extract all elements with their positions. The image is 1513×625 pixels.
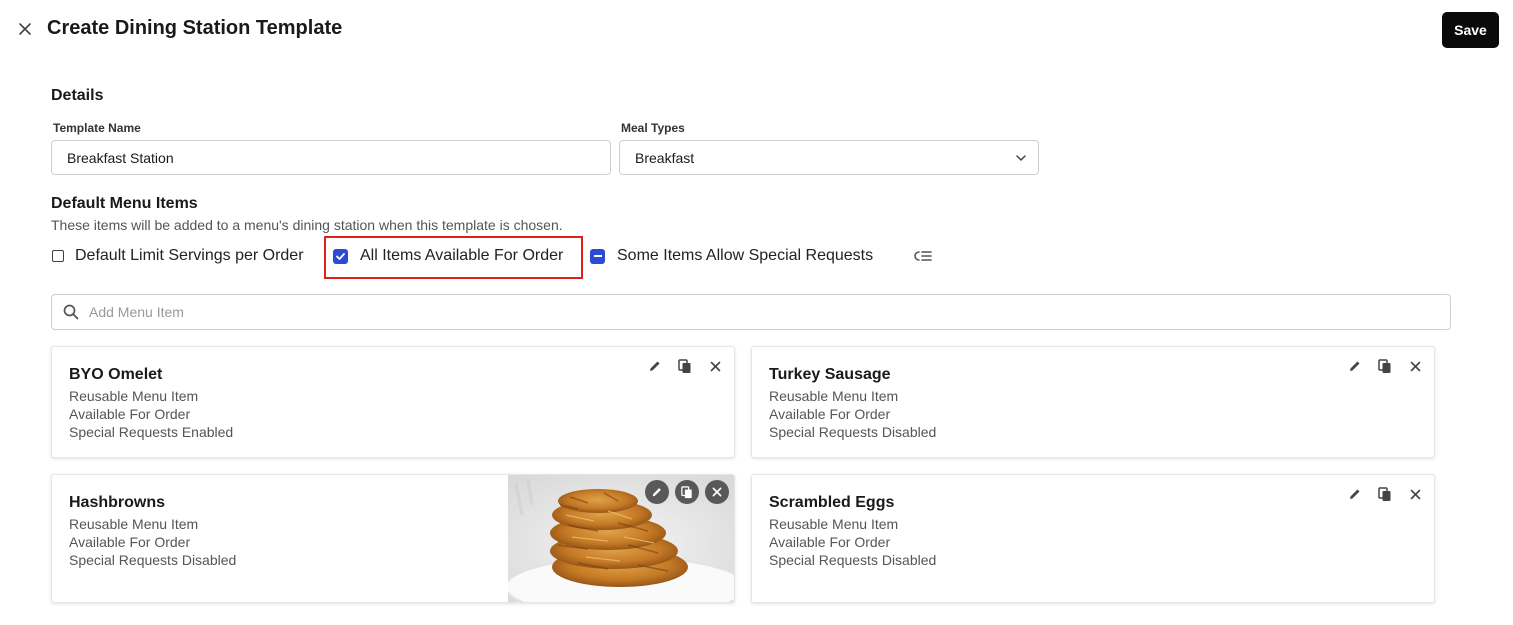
close-icon: [1410, 361, 1420, 371]
menu-item-type: Reusable Menu Item: [69, 388, 199, 404]
edit-button[interactable]: [1344, 355, 1366, 377]
special-requests-label: Some Items Allow Special Requests: [617, 247, 874, 264]
edit-button[interactable]: [645, 480, 669, 504]
close-icon: [19, 23, 31, 35]
pencil-icon: [650, 361, 660, 371]
menu-item-card: Scrambled Eggs Reusable Menu Item Availa…: [751, 474, 1435, 603]
duplicate-button[interactable]: [674, 355, 696, 377]
menu-item-availability: Available For Order: [769, 406, 891, 422]
add-menu-item-input[interactable]: [89, 304, 1389, 320]
menu-item-name: Turkey Sausage: [769, 366, 891, 383]
list-options-button[interactable]: [913, 248, 933, 269]
meal-types-label: Meal Types: [621, 121, 685, 135]
remove-button[interactable]: [1404, 483, 1426, 505]
copy-icon: [678, 358, 691, 373]
limit-servings-label: Default Limit Servings per Order: [75, 247, 304, 264]
menu-section-title: Default Menu Items: [51, 195, 198, 212]
pencil-icon: [652, 488, 661, 497]
menu-item-availability: Available For Order: [69, 534, 191, 550]
add-menu-item-search[interactable]: [51, 294, 1451, 330]
pencil-icon: [1350, 361, 1360, 371]
checkbox-indeterminate-icon: [590, 248, 605, 264]
menu-item-name: BYO Omelet: [69, 366, 163, 383]
meal-types-value: Breakfast: [635, 149, 695, 166]
special-requests-checkbox[interactable]: Some Items Allow Special Requests: [590, 247, 873, 265]
remove-button[interactable]: [1404, 355, 1426, 377]
menu-item-special-requests: Special Requests Disabled: [69, 552, 237, 568]
close-icon: [712, 487, 722, 497]
copy-icon: [1378, 358, 1391, 373]
template-name-input[interactable]: Breakfast Station: [51, 140, 611, 175]
all-items-available-label: All Items Available For Order: [360, 247, 564, 264]
template-name-label: Template Name: [53, 121, 141, 135]
page-title: Create Dining Station Template: [47, 17, 343, 39]
menu-item-availability: Available For Order: [69, 406, 191, 422]
menu-item-card: BYO Omelet Reusable Menu Item Available …: [51, 346, 735, 458]
all-items-available-checkbox[interactable]: All Items Available For Order: [333, 247, 563, 265]
menu-item-special-requests: Special Requests Enabled: [69, 424, 234, 440]
menu-item-type: Reusable Menu Item: [769, 516, 899, 532]
remove-button[interactable]: [704, 355, 726, 377]
menu-item-availability: Available For Order: [769, 534, 891, 550]
menu-item-type: Reusable Menu Item: [69, 516, 199, 532]
details-section-title: Details: [51, 87, 104, 104]
menu-item-special-requests: Special Requests Disabled: [769, 552, 937, 568]
close-button[interactable]: [14, 18, 36, 40]
limit-servings-checkbox[interactable]: Default Limit Servings per Order: [52, 247, 304, 265]
copy-icon: [681, 485, 692, 498]
close-icon: [1410, 489, 1420, 499]
duplicate-button[interactable]: [1374, 483, 1396, 505]
checkbox-unchecked-icon: [52, 250, 64, 262]
list-check-icon: [914, 251, 932, 261]
template-name-value: Breakfast Station: [67, 149, 174, 166]
menu-item-name: Hashbrowns: [69, 494, 166, 511]
edit-button[interactable]: [644, 355, 666, 377]
edit-button[interactable]: [1344, 483, 1366, 505]
close-icon: [710, 361, 720, 371]
menu-section-description: These items will be added to a menu's di…: [51, 217, 563, 233]
checkbox-checked-icon: [333, 248, 348, 264]
duplicate-button[interactable]: [1374, 355, 1396, 377]
menu-item-name: Scrambled Eggs: [769, 494, 895, 511]
menu-item-card: Hashbrowns Reusable Menu Item Available …: [51, 474, 735, 603]
chevron-down-icon: [1016, 155, 1026, 161]
save-button[interactable]: Save: [1442, 12, 1499, 48]
pencil-icon: [1350, 489, 1360, 499]
menu-item-card: Turkey Sausage Reusable Menu Item Availa…: [751, 346, 1435, 458]
copy-icon: [1378, 486, 1391, 501]
meal-types-select[interactable]: Breakfast: [619, 140, 1039, 175]
remove-button[interactable]: [705, 480, 729, 504]
menu-item-special-requests: Special Requests Disabled: [769, 424, 937, 440]
duplicate-button[interactable]: [675, 480, 699, 504]
search-icon: [63, 304, 79, 320]
menu-item-type: Reusable Menu Item: [769, 388, 899, 404]
